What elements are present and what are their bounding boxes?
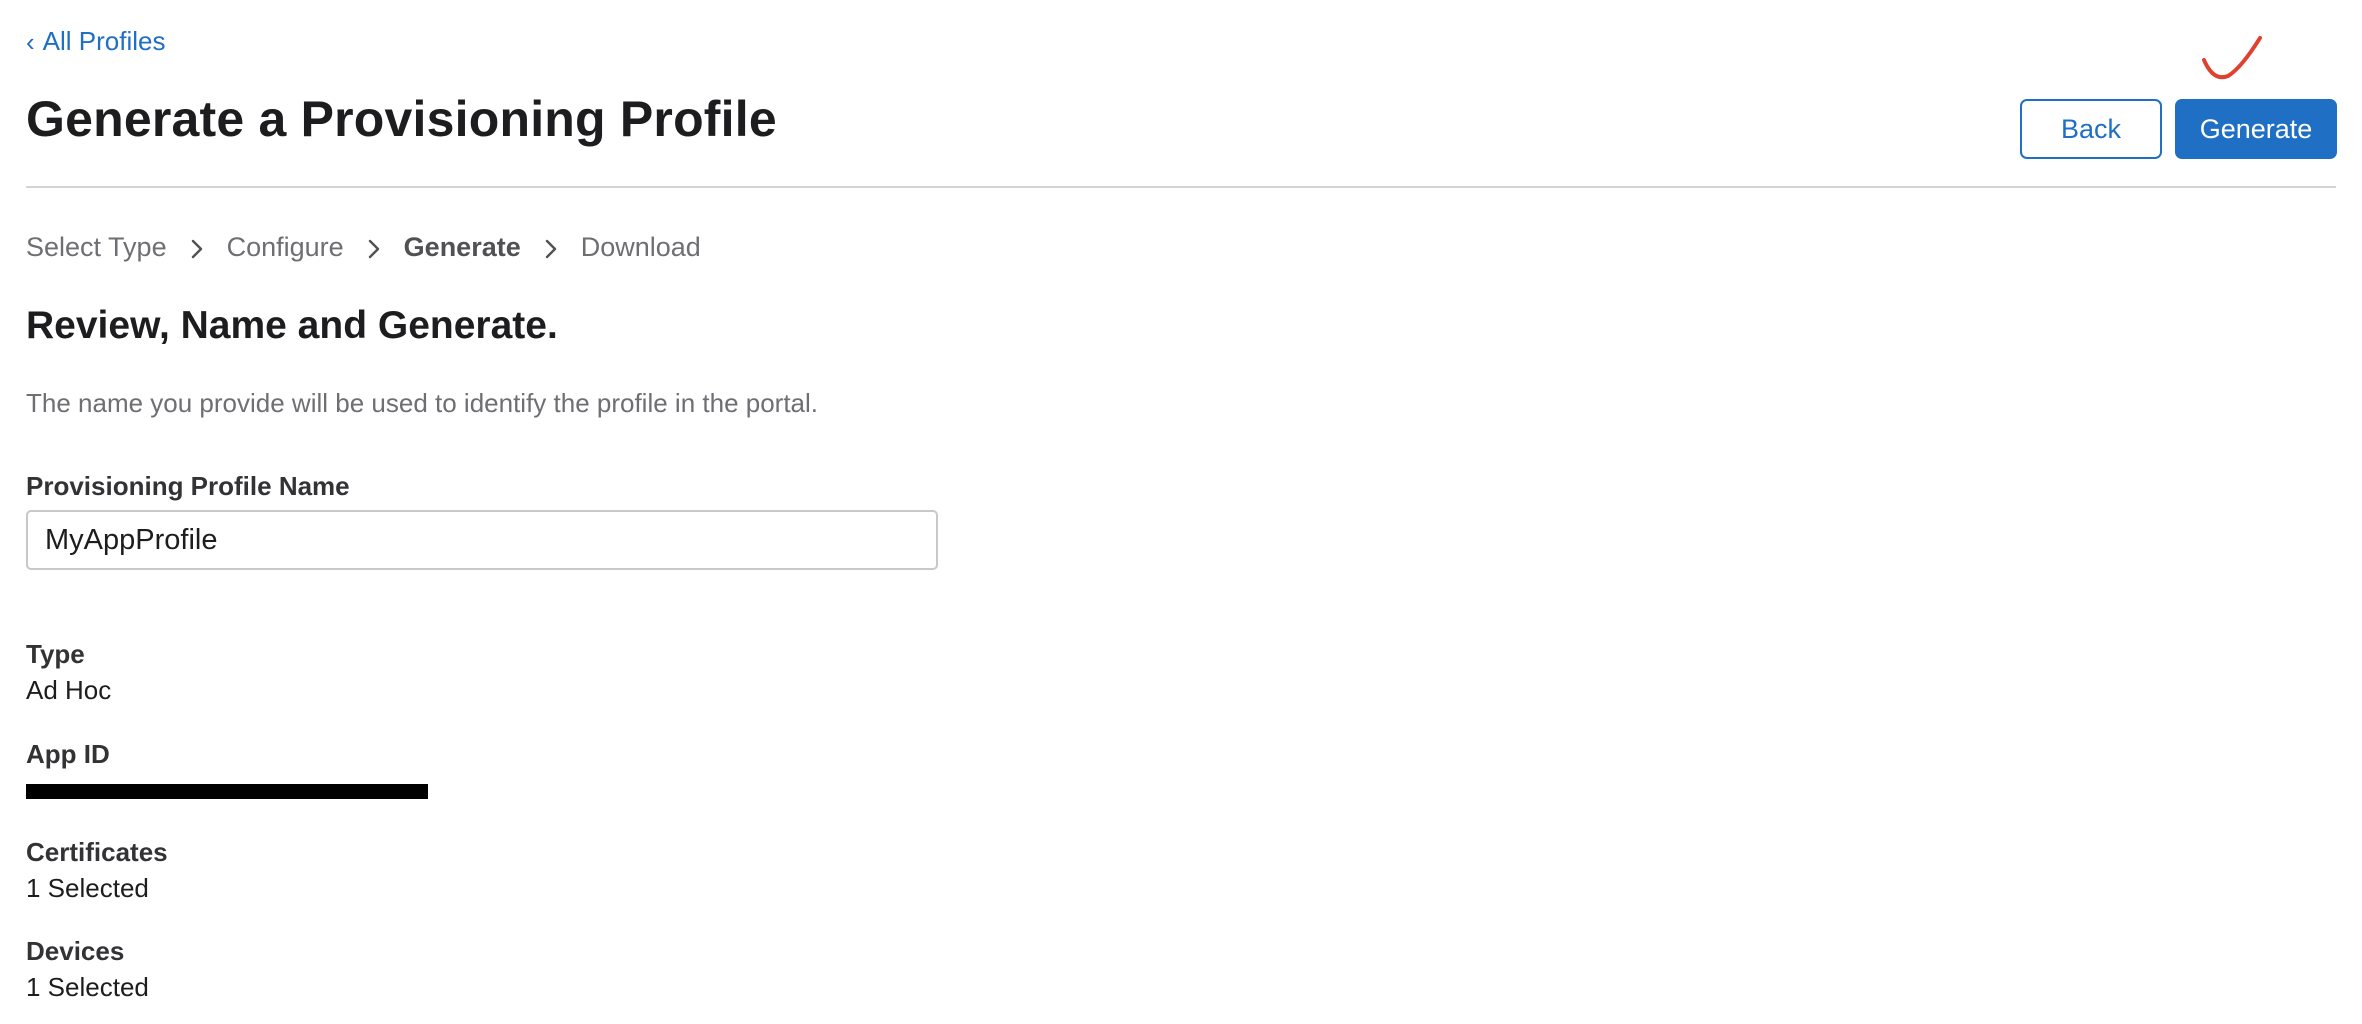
page: ‹ All Profiles Generate a Provisioning P… (26, 0, 2337, 1024)
generate-button[interactable]: Generate (2175, 99, 2337, 159)
step-configure: Configure (226, 232, 344, 262)
header-divider (26, 186, 2336, 188)
checkmark-icon (2202, 36, 2262, 80)
certificates-label: Certificates (26, 837, 168, 867)
redacted-app-id (26, 784, 428, 799)
step-download: Download (580, 232, 701, 262)
step-breadcrumb: Select Type Configure Generate Download (26, 232, 701, 263)
page-title: Generate a Provisioning Profile (26, 91, 777, 147)
detail-certificates: Certificates 1 Selected (26, 834, 168, 906)
chevron-left-icon: ‹ (26, 26, 35, 57)
all-profiles-label: All Profiles (42, 26, 166, 56)
section-description: The name you provide will be used to ide… (26, 388, 819, 418)
type-label: Type (26, 639, 85, 669)
chevron-right-icon (521, 232, 581, 263)
certificates-value: 1 Selected (26, 873, 149, 903)
detail-type: Type Ad Hoc (26, 636, 111, 708)
profile-name-input[interactable] (26, 510, 938, 570)
profile-name-label: Provisioning Profile Name (26, 471, 350, 501)
detail-devices: Devices 1 Selected (26, 933, 149, 1005)
section-title: Review, Name and Generate. (26, 304, 558, 347)
all-profiles-link[interactable]: ‹ All Profiles (26, 26, 166, 57)
type-value: Ad Hoc (26, 675, 112, 705)
step-select-type: Select Type (26, 232, 167, 262)
devices-label: Devices (26, 936, 125, 966)
chevron-right-icon (167, 232, 227, 263)
app-id-label: App ID (26, 739, 110, 769)
chevron-right-icon (344, 232, 404, 263)
devices-value: 1 Selected (26, 972, 149, 1002)
step-generate: Generate (403, 232, 521, 262)
detail-app-id: App ID (26, 736, 428, 808)
back-button[interactable]: Back (2020, 99, 2162, 159)
